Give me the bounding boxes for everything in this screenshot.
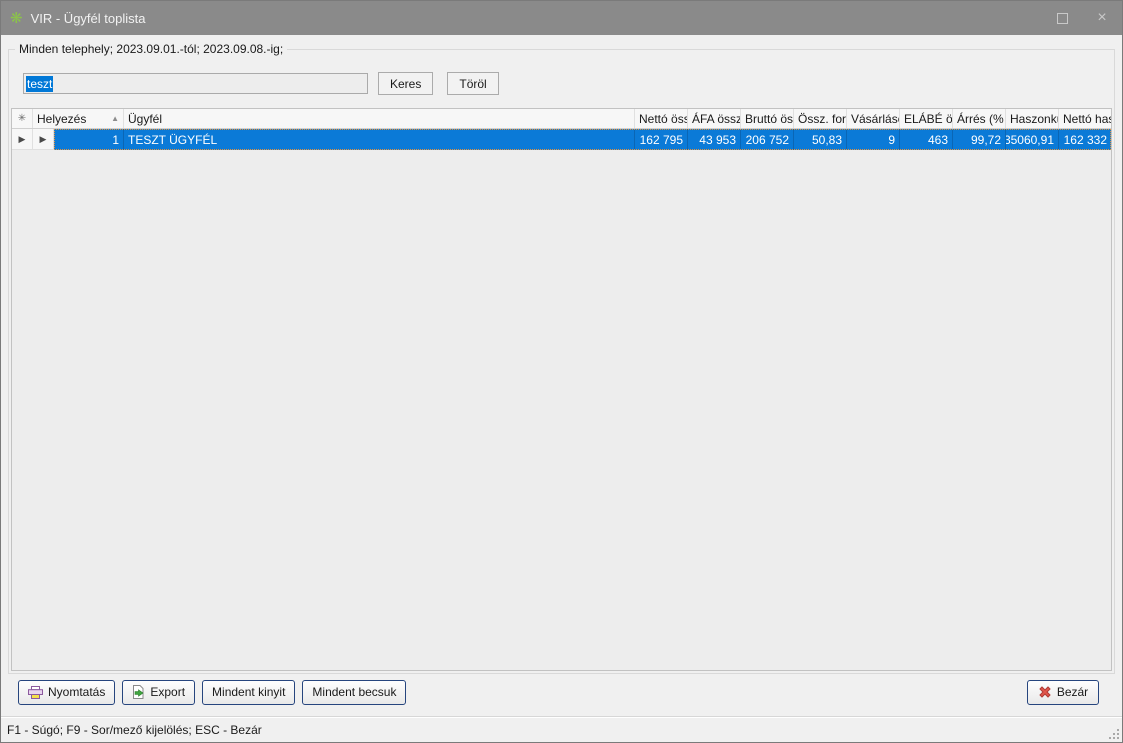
sort-asc-icon: ▲ [111,114,119,123]
close-button[interactable]: Bezár [1027,680,1099,705]
search-input[interactable]: teszt [23,73,368,94]
column-header-haszon[interactable]: Haszonku [1006,109,1059,128]
maximize-icon [1057,13,1068,24]
export-button[interactable]: Export [122,680,195,705]
collapse-all-button[interactable]: Mindent becsuk [302,680,406,705]
search-input-value: teszt [26,76,53,92]
column-header-brutto-label: Bruttó ös [745,112,793,126]
row-indicator-icon: ▶ [19,134,26,145]
column-header-haszon-label: Haszonku [1010,112,1059,126]
selected-row-cells[interactable]: 1 TESZT ÜGYFÉL 162 795 43 953 206 752 50… [54,129,1111,150]
column-header-netto[interactable]: Nettó öss [635,109,688,128]
toplist-grid: ✳ Helyezés ▲ Ügyfél Nettó öss ÁFA össz B… [11,108,1112,671]
print-button[interactable]: Nyomtatás [18,680,115,705]
collapse-all-button-label: Mindent becsuk [312,685,396,699]
column-header-arres-label: Árrés (% [957,112,1004,126]
cell-haszon: 35060,91 [1006,129,1059,150]
resize-grip[interactable] [1109,729,1119,739]
close-icon: × [1097,10,1106,26]
titlebar-controls: × [1042,1,1122,35]
grid-header-row: ✳ Helyezés ▲ Ügyfél Nettó öss ÁFA össz B… [12,109,1111,129]
content-area: Minden telephely; 2023.09.01.-tól; 2023.… [1,35,1122,716]
column-header-ossz[interactable]: Össz. for [794,109,847,128]
cell-afa: 43 953 [688,129,741,150]
status-bar: F1 - Súgó; F9 - Sor/mező kijelölés; ESC … [1,716,1122,742]
expand-icon: ▶ [40,134,47,145]
column-header-netto-haszon[interactable]: Nettó has [1059,109,1112,128]
search-button[interactable]: Keres [378,72,433,95]
red-x-icon [1038,685,1052,699]
column-header-rank-label: Helyezés [37,112,86,126]
export-button-label: Export [150,685,185,699]
window-title: VIR - Ügyfél toplista [31,11,146,26]
asterisk-icon: ✳ [18,113,26,124]
filter-groupbox: Minden telephely; 2023.09.01.-tól; 2023.… [8,49,1115,674]
table-row[interactable]: ▶ ▶ 1 TESZT ÜGYFÉL 162 795 43 953 206 75… [12,129,1111,150]
app-window: ❋ VIR - Ügyfél toplista × Minden telephe… [0,0,1123,743]
column-header-netto-haszon-label: Nettó has [1063,112,1112,126]
column-header-elabe-label: ELÁBÉ ös [904,112,953,126]
column-header-afa-label: ÁFA össz [692,112,741,126]
export-icon [132,685,145,699]
search-row: teszt Keres Töröl [23,72,1112,95]
expand-all-button-label: Mindent kinyit [212,685,285,699]
print-button-label: Nyomtatás [48,685,105,699]
cell-elabe: 463 [900,129,953,150]
column-header-rank[interactable]: Helyezés ▲ [33,109,124,128]
grid-empty-area [12,150,1111,670]
column-header-customer-label: Ügyfél [128,112,162,126]
cell-arres: 99,72 [953,129,1006,150]
app-icon: ❋ [10,11,23,26]
row-expand-cell[interactable]: ▶ [33,129,54,150]
close-window-button[interactable]: × [1082,1,1122,35]
cell-brutto: 206 752 [741,129,794,150]
column-header-customer[interactable]: Ügyfél [124,109,635,128]
cell-netto: 162 795 [635,129,688,150]
status-text: F1 - Súgó; F9 - Sor/mező kijelölés; ESC … [7,723,262,737]
column-header-netto-label: Nettó öss [639,112,688,126]
cell-netto-haszon: 162 332 [1059,129,1112,150]
column-header-arres[interactable]: Árrés (% [953,109,1006,128]
maximize-button[interactable] [1042,1,1082,35]
column-header-afa[interactable]: ÁFA össz [688,109,741,128]
expand-all-button[interactable]: Mindent kinyit [202,680,295,705]
cell-ossz: 50,83 [794,129,847,150]
column-header-vasarlas-label: Vásárláso [851,112,900,126]
printer-icon [28,686,43,699]
column-header-elabe[interactable]: ELÁBÉ ös [900,109,953,128]
close-button-label: Bezár [1057,685,1088,699]
cell-customer: TESZT ÜGYFÉL [124,129,635,150]
column-header-ossz-label: Össz. for [798,112,846,126]
groupbox-label: Minden telephely; 2023.09.01.-tól; 2023.… [15,42,287,57]
clear-button[interactable]: Töröl [447,72,498,95]
titlebar: ❋ VIR - Ügyfél toplista × [1,1,1122,35]
column-header-brutto[interactable]: Bruttó ös [741,109,794,128]
indicator-column-header: ✳ [12,109,33,128]
footer-toolbar: Nyomtatás Export Mindent kinyit Mindent … [8,674,1115,716]
row-indicator-cell: ▶ [12,129,33,150]
column-header-vasarlas[interactable]: Vásárláso [847,109,900,128]
cell-rank: 1 [54,129,124,150]
cell-vasarlas: 9 [847,129,900,150]
